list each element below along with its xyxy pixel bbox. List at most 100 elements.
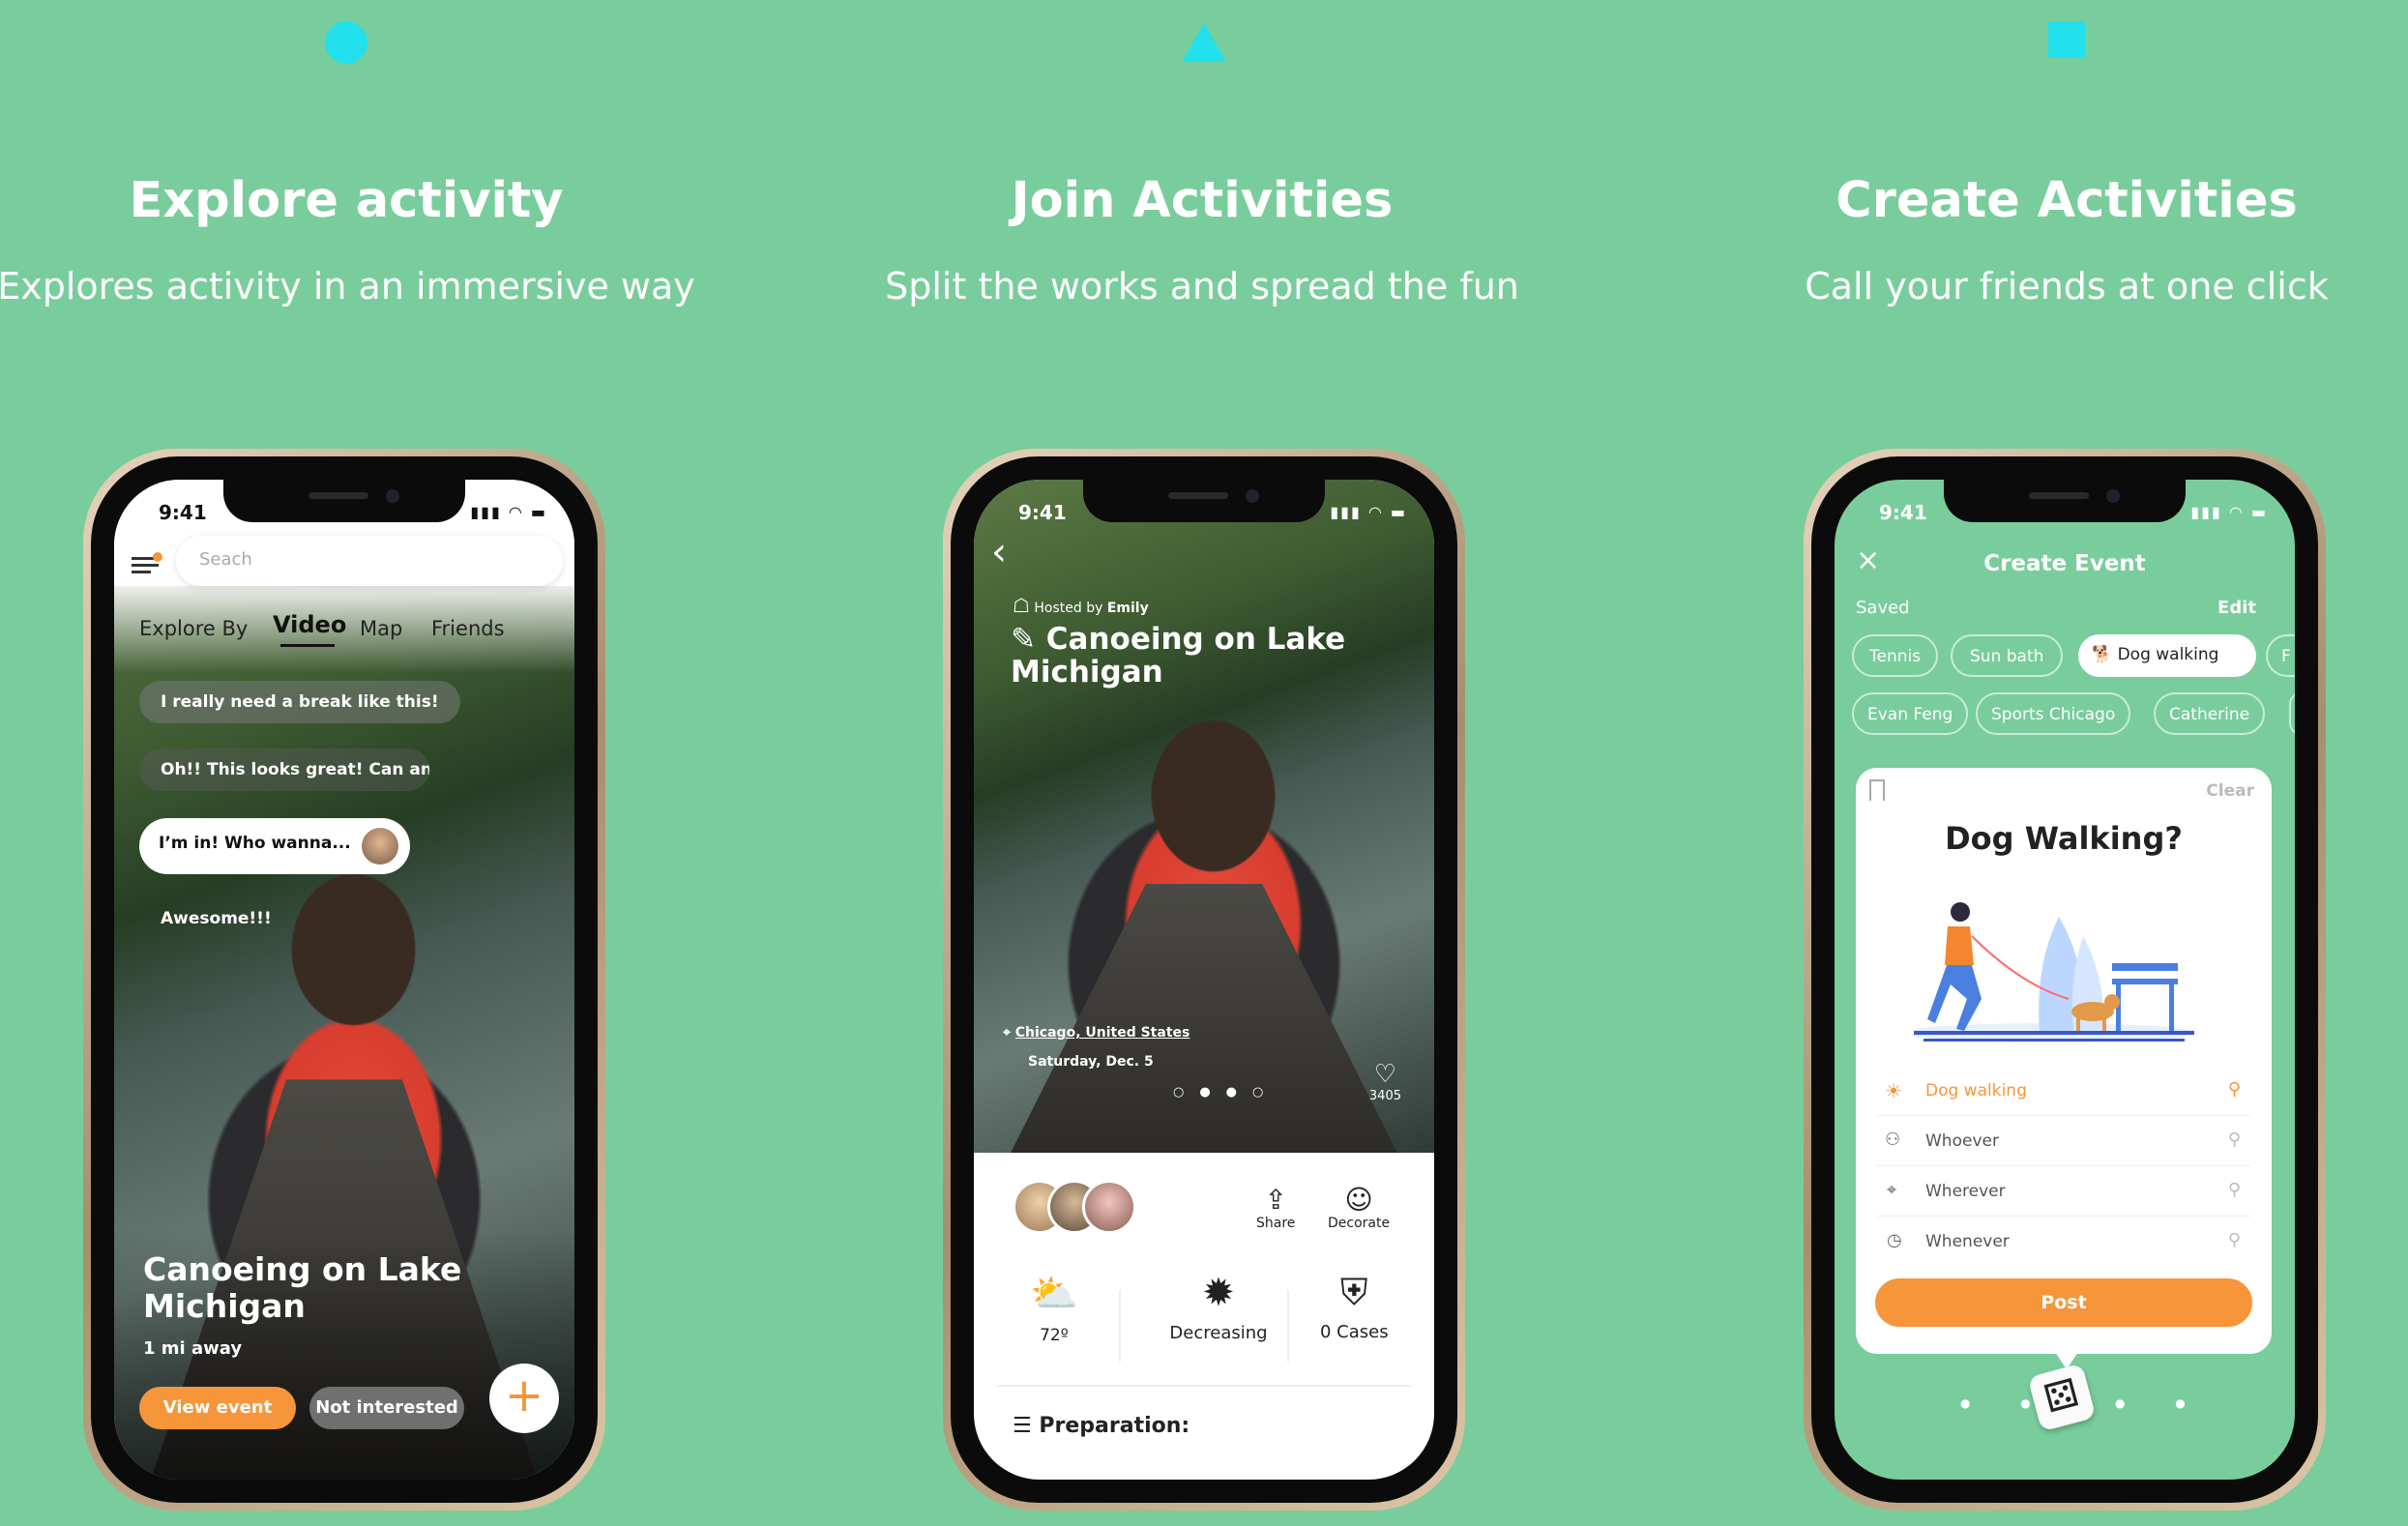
field-row-who[interactable]: ⚇ Whoever ⚲ bbox=[1877, 1118, 2250, 1166]
sticker-icon: ☺ bbox=[1344, 1184, 1373, 1216]
search-placeholder: Seach bbox=[199, 549, 252, 570]
sun-icon: ☀ bbox=[1885, 1079, 1902, 1102]
comment-text: I’m in! Who wanna... bbox=[159, 834, 351, 853]
location-pin-icon: ⌖ bbox=[1003, 1025, 1011, 1041]
circle-symbol-icon bbox=[325, 21, 367, 64]
view-event-button[interactable]: View event bbox=[139, 1387, 296, 1429]
ghost-icon: ☖ bbox=[1013, 594, 1030, 617]
carousel-dots[interactable]: ○●●○ bbox=[1173, 1085, 1278, 1100]
comment-bubble-highlight: I’m in! Who wanna... bbox=[139, 818, 410, 874]
status-icons: ▮▮▮ ◠ ▬ bbox=[1330, 503, 1407, 521]
status-time: 9:41 bbox=[159, 501, 207, 524]
host-name: Emily bbox=[1106, 601, 1149, 616]
menu-icon[interactable] bbox=[132, 552, 162, 577]
field-label: Wherever bbox=[1925, 1182, 2006, 1201]
avatar bbox=[1082, 1180, 1136, 1234]
tab-friends[interactable]: Friends bbox=[431, 617, 505, 640]
search-input[interactable]: Seach bbox=[176, 536, 563, 586]
column-subtitle-create: Call your friends at one click bbox=[1805, 265, 2329, 308]
share-button[interactable]: ⇪ Share bbox=[1256, 1184, 1295, 1231]
field-row-where[interactable]: ⌖ Wherever ⚲ bbox=[1877, 1168, 2250, 1217]
virus-icon: ✹ bbox=[1202, 1271, 1235, 1315]
decorate-label: Decorate bbox=[1328, 1216, 1391, 1231]
dog-walking-illustration bbox=[1914, 902, 2194, 1042]
comment-bubble: Awesome!!! bbox=[161, 909, 272, 928]
chip-partial[interactable] bbox=[2289, 692, 2295, 735]
chip-evan-feng[interactable]: Evan Feng bbox=[1852, 692, 1969, 735]
covid-trend-stat: ✹ Decreasing bbox=[1146, 1271, 1291, 1343]
shield-icon: ⛨ bbox=[1340, 1271, 1368, 1313]
people-icon: ⚇ bbox=[1885, 1130, 1901, 1150]
event-date: Saturday, Dec. 5 bbox=[1028, 1054, 1154, 1070]
field-label: Whenever bbox=[1925, 1232, 2010, 1251]
trend-value: Decreasing bbox=[1169, 1323, 1268, 1343]
preparation-heading: ☰ Preparation: bbox=[1013, 1414, 1189, 1438]
comment-bubble: Oh!! This looks great! Can anyone... bbox=[139, 748, 429, 791]
chip-dog-walking-selected[interactable]: 🐕 Dog walking bbox=[2078, 634, 2256, 677]
field-row-when[interactable]: ◷ Whenever ⚲ bbox=[1877, 1218, 2250, 1267]
edit-pencil-icon[interactable]: ✎ bbox=[1011, 622, 1036, 657]
status-time: 9:41 bbox=[1879, 501, 1927, 524]
tab-indicator bbox=[280, 644, 335, 647]
field-label: Dog walking bbox=[1925, 1081, 2027, 1100]
column-title-create: Create Activities bbox=[1835, 172, 2298, 229]
location-link[interactable]: Chicago, United States bbox=[1015, 1025, 1190, 1041]
comment-bubble: I really need a break like this! bbox=[139, 681, 460, 723]
like-count: 3405 bbox=[1368, 1089, 1401, 1103]
hosted-by: ☖ Hosted by Emily bbox=[1013, 594, 1149, 617]
weather-stat: ⛅ 72º bbox=[1030, 1271, 1078, 1345]
column-subtitle-explore: Explores activity in an immersive way bbox=[0, 265, 695, 308]
status-time: 9:41 bbox=[1018, 501, 1067, 524]
canoe-photo bbox=[974, 480, 1434, 1153]
event-title: ✎ Canoeing on Lake Michigan bbox=[1011, 623, 1345, 689]
sun-cloud-icon: ⛅ bbox=[1030, 1272, 1078, 1316]
add-button[interactable]: + bbox=[489, 1364, 559, 1433]
not-interested-button[interactable]: Not interested bbox=[309, 1387, 464, 1429]
decorate-button[interactable]: ☺ Decorate bbox=[1328, 1184, 1390, 1231]
edit-button[interactable]: Edit bbox=[2217, 598, 2256, 618]
pin-icon[interactable]: ⚲ bbox=[2228, 1130, 2241, 1150]
location-pin-icon: ⌖ bbox=[1887, 1180, 1897, 1200]
hosted-by-label: Hosted by bbox=[1034, 601, 1103, 616]
card-title: Dog Walking? bbox=[1945, 820, 2183, 857]
cases-value: 0 Cases bbox=[1320, 1322, 1389, 1342]
column-title-join: Join Activities bbox=[1011, 172, 1394, 229]
tab-map[interactable]: Map bbox=[360, 617, 402, 640]
pin-icon[interactable]: ⚲ bbox=[2228, 1079, 2241, 1100]
avatar bbox=[362, 828, 398, 865]
phone-join: 9:41 ▮▮▮ ◠ ▬ ‹ ☖ Hosted by Emily ✎ Canoe… bbox=[943, 449, 1465, 1511]
triangle-symbol-icon bbox=[1182, 23, 1226, 62]
create-screen: 9:41 ▮▮▮ ◠ ▬ × Create Event Saved Edit T… bbox=[1835, 480, 2295, 1480]
clear-button[interactable]: Clear bbox=[2206, 781, 2254, 801]
field-label: Whoever bbox=[1925, 1131, 1999, 1151]
participant-avatars[interactable] bbox=[1013, 1180, 1148, 1234]
chip-catherine[interactable]: Catherine bbox=[2154, 692, 2266, 735]
clock-icon: ◷ bbox=[1887, 1230, 1902, 1250]
event-title: Canoeing on Lake Michigan bbox=[143, 1251, 461, 1325]
heart-icon[interactable]: ♡ bbox=[1369, 1060, 1401, 1089]
chip-partial[interactable]: F bbox=[2266, 634, 2295, 677]
pin-icon[interactable]: ⚲ bbox=[2228, 1230, 2241, 1250]
event-title-line2: Michigan bbox=[143, 1287, 306, 1325]
column-title-explore: Explore activity bbox=[129, 172, 564, 229]
bookmark-icon[interactable] bbox=[1869, 779, 1885, 801]
chip-sun-bath[interactable]: Sun bath bbox=[1951, 634, 2064, 677]
pin-icon[interactable]: ⚲ bbox=[2228, 1180, 2241, 1200]
tab-video[interactable]: Video bbox=[273, 611, 346, 638]
phone-explore: 9:41 ▮▮▮ ◠ ▬ Seach Explore By Video Map … bbox=[83, 449, 605, 1511]
status-icons: ▮▮▮ ◠ ▬ bbox=[470, 503, 547, 521]
back-chevron-icon[interactable]: ‹ bbox=[991, 530, 1007, 574]
field-row-activity[interactable]: ☀ Dog walking ⚲ bbox=[1877, 1070, 2250, 1116]
post-button[interactable]: Post bbox=[1875, 1278, 2252, 1327]
chip-sports-chicago[interactable]: Sports Chicago bbox=[1976, 692, 2131, 735]
create-event-header: Create Event bbox=[1983, 551, 2146, 576]
like-counter[interactable]: ♡ 3405 bbox=[1369, 1060, 1401, 1103]
explore-by-label: Explore By bbox=[139, 617, 249, 640]
chip-tennis[interactable]: Tennis bbox=[1852, 634, 1939, 677]
random-dice-icon[interactable]: ⚄ bbox=[2027, 1363, 2097, 1432]
square-symbol-icon bbox=[2048, 21, 2085, 58]
join-screen: 9:41 ▮▮▮ ◠ ▬ ‹ ☖ Hosted by Emily ✎ Canoe… bbox=[974, 480, 1434, 1480]
explore-screen: 9:41 ▮▮▮ ◠ ▬ Seach Explore By Video Map … bbox=[114, 480, 574, 1480]
page-dots: ● ● bbox=[2115, 1396, 2209, 1410]
column-subtitle-join: Split the works and spread the fun bbox=[885, 265, 1519, 308]
